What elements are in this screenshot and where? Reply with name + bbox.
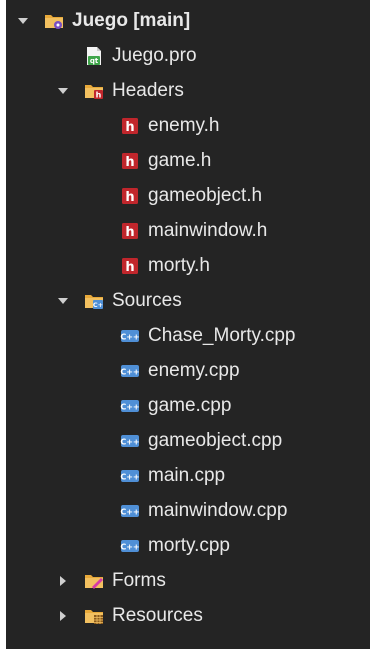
header-file-icon: h	[120, 116, 140, 136]
cpp-file-icon: C++	[120, 466, 140, 486]
svg-text:C++: C++	[120, 437, 139, 446]
chevron-down-icon[interactable]	[16, 14, 30, 28]
file-label: mainwindow.h	[148, 219, 268, 241]
resources-folder-label: Resources	[112, 604, 203, 626]
headers-folder-label: Headers	[112, 79, 184, 101]
file-label: mainwindow.cpp	[148, 499, 288, 521]
svg-text:C++: C++	[120, 472, 139, 481]
forms-folder-icon	[84, 571, 104, 591]
forms-folder-label: Forms	[112, 569, 166, 591]
file-label: morty.cpp	[148, 534, 231, 556]
cpp-file-icon: C++	[120, 431, 140, 451]
file-label: gameobject.h	[148, 184, 263, 206]
file-label: enemy.h	[148, 114, 220, 136]
file-label: enemy.cpp	[148, 359, 240, 381]
chevron-down-icon[interactable]	[56, 294, 70, 308]
svg-text:h: h	[125, 120, 134, 135]
tree-item-pro-file[interactable]: qt Juego.pro	[6, 38, 370, 73]
sources-folder-icon: C+	[84, 291, 104, 311]
tree-item-header-file[interactable]: h enemy.h	[6, 108, 370, 143]
svg-text:h: h	[96, 90, 102, 99]
chevron-down-icon[interactable]	[56, 84, 70, 98]
tree-item-source-file[interactable]: C++ Chase_Morty.cpp	[6, 318, 370, 353]
svg-text:C++: C++	[120, 402, 139, 411]
tree-item-header-file[interactable]: h mainwindow.h	[6, 213, 370, 248]
svg-text:C++: C++	[120, 507, 139, 516]
file-label: game.h	[148, 149, 212, 171]
sources-folder-label: Sources	[112, 289, 182, 311]
header-file-icon: h	[120, 256, 140, 276]
svg-text:qt: qt	[90, 57, 99, 65]
tree-item-headers-folder[interactable]: h Headers	[6, 73, 370, 108]
tree-item-source-file[interactable]: C++ morty.cpp	[6, 528, 370, 563]
qt-pro-file-icon: qt	[84, 46, 104, 66]
file-label: game.cpp	[148, 394, 232, 416]
tree-item-resources-folder[interactable]: Resources	[6, 598, 370, 633]
file-label: main.cpp	[148, 464, 226, 486]
svg-text:h: h	[125, 225, 134, 240]
project-tree-panel: Juego [main] qt Juego.pro h Headers h en…	[6, 0, 370, 649]
pro-file-label: Juego.pro	[112, 44, 197, 66]
cpp-file-icon: C++	[120, 326, 140, 346]
header-file-icon: h	[120, 151, 140, 171]
cpp-file-icon: C++	[120, 536, 140, 556]
file-label: Chase_Morty.cpp	[148, 324, 296, 346]
svg-text:C+: C+	[93, 301, 103, 309]
tree-item-sources-folder[interactable]: C+ Sources	[6, 283, 370, 318]
svg-text:C++: C++	[120, 542, 139, 551]
svg-text:h: h	[125, 260, 134, 275]
header-file-icon: h	[120, 221, 140, 241]
svg-text:h: h	[125, 190, 134, 205]
file-label: gameobject.cpp	[148, 429, 283, 451]
tree-item-header-file[interactable]: h gameobject.h	[6, 178, 370, 213]
chevron-right-icon[interactable]	[56, 574, 70, 588]
chevron-right-icon[interactable]	[56, 609, 70, 623]
tree-item-forms-folder[interactable]: Forms	[6, 563, 370, 598]
tree-item-source-file[interactable]: C++ mainwindow.cpp	[6, 493, 370, 528]
svg-text:h: h	[125, 155, 134, 170]
tree-item-source-file[interactable]: C++ enemy.cpp	[6, 353, 370, 388]
svg-text:C++: C++	[120, 332, 139, 341]
tree-item-header-file[interactable]: h game.h	[6, 143, 370, 178]
tree-item-source-file[interactable]: C++ game.cpp	[6, 388, 370, 423]
project-name-label: Juego [main]	[72, 9, 191, 31]
header-file-icon: h	[120, 186, 140, 206]
tree-item-source-file[interactable]: C++ main.cpp	[6, 458, 370, 493]
cpp-file-icon: C++	[120, 361, 140, 381]
headers-folder-icon: h	[84, 81, 104, 101]
tree-item-project[interactable]: Juego [main]	[6, 3, 370, 38]
tree-item-header-file[interactable]: h morty.h	[6, 248, 370, 283]
cpp-file-icon: C++	[120, 396, 140, 416]
tree-item-source-file[interactable]: C++ gameobject.cpp	[6, 423, 370, 458]
file-label: morty.h	[148, 254, 210, 276]
svg-text:C++: C++	[120, 367, 139, 376]
resources-folder-icon	[84, 606, 104, 626]
qt-project-folder-icon	[44, 11, 64, 31]
cpp-file-icon: C++	[120, 501, 140, 521]
